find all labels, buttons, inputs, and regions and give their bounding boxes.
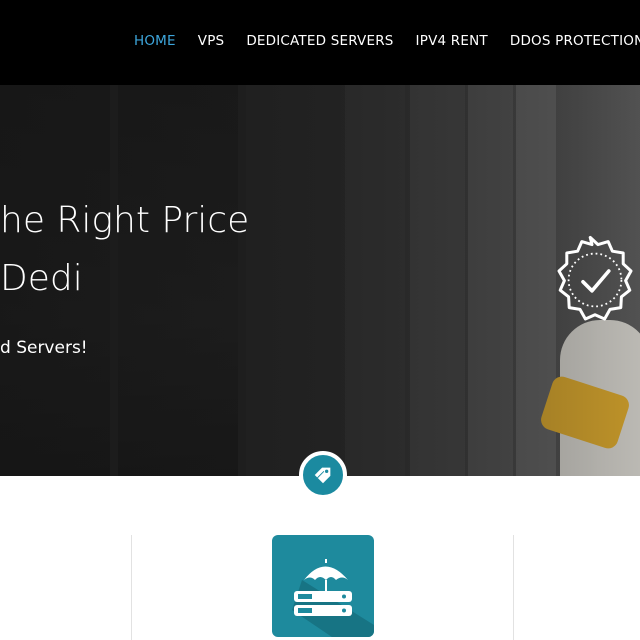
feature-divider <box>131 535 132 640</box>
nav-item-home[interactable]: HOME <box>134 32 176 50</box>
hero-title-line-1: he Right Price <box>0 200 250 241</box>
feature-divider <box>513 535 514 640</box>
nav-item-ddos-protection[interactable]: DDOS PROTECTION <box>510 32 640 50</box>
nav-item-vps[interactable]: VPS <box>198 32 225 50</box>
top-navigation-bar: HOME VPS DEDICATED SERVERS IPV4 RENT DDO… <box>0 0 640 85</box>
hero-banner: he Right Price Dedi d Servers! <box>0 85 640 476</box>
hero-title: he Right Price Dedi <box>0 192 249 308</box>
feature-tile[interactable] <box>272 535 374 637</box>
price-tag-icon-circle <box>299 451 347 499</box>
hero-subtitle: d Servers! <box>0 338 88 358</box>
checkmark-badge-icon <box>557 235 633 321</box>
main-nav: HOME VPS DEDICATED SERVERS IPV4 RENT DDO… <box>134 32 640 50</box>
nav-item-dedicated-servers[interactable]: DEDICATED SERVERS <box>246 32 393 50</box>
nav-item-ipv4-rent[interactable]: IPV4 RENT <box>416 32 488 50</box>
price-tag-icon <box>314 467 331 484</box>
umbrella-server-icon <box>292 559 374 637</box>
hero-title-line-2: Dedi <box>0 258 83 299</box>
